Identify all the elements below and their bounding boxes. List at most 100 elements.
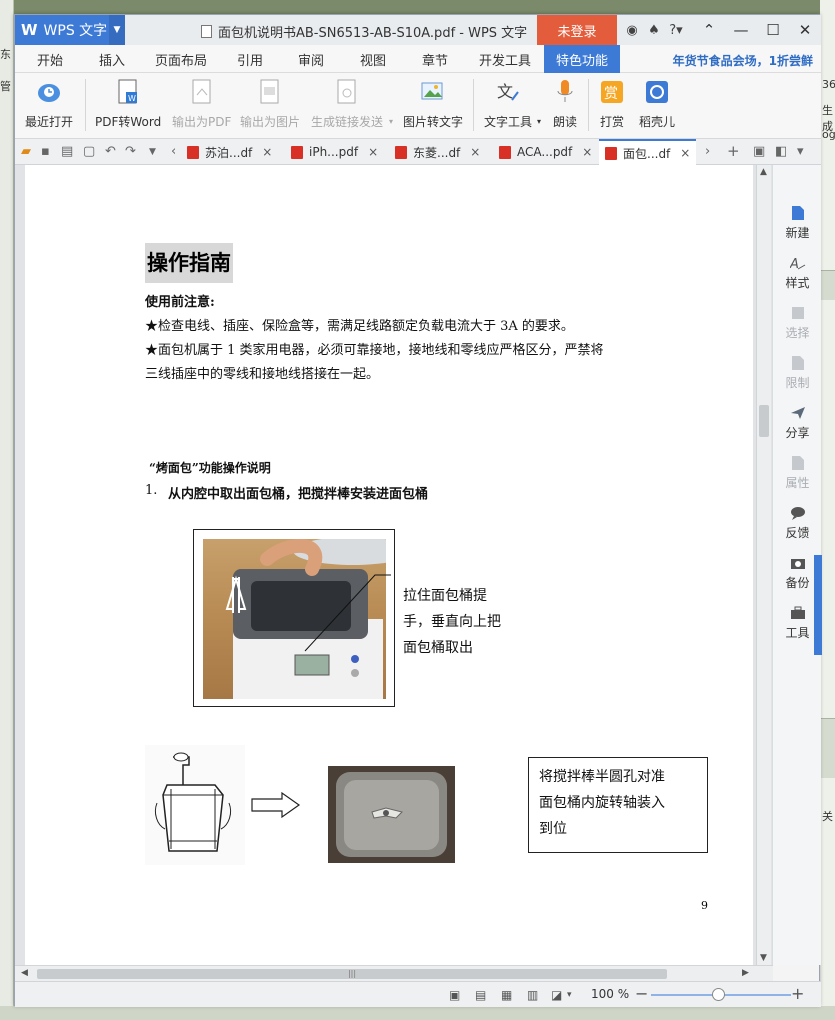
tab-close-icon[interactable]: × — [262, 145, 272, 159]
save-icon[interactable]: ▪ — [41, 144, 50, 159]
side-share-button[interactable]: 分享 — [773, 405, 822, 441]
text-tools-dropdown-icon[interactable]: ▾ — [537, 117, 541, 126]
menu-item-insert[interactable]: 插入 — [99, 45, 125, 73]
redo-icon[interactable]: ↷ — [125, 144, 136, 159]
reward-button[interactable]: 赏 打赏 — [599, 79, 625, 130]
section-title: “烤面包”功能操作说明 — [149, 461, 271, 475]
menu-item-start[interactable]: 开始 — [37, 45, 63, 73]
tab-close-icon[interactable]: × — [582, 145, 592, 159]
horizontal-scrollbar[interactable]: ◀ ||| ▶ — [15, 965, 773, 981]
login-button[interactable]: 未登录 — [537, 15, 617, 45]
export-pdf-button[interactable]: 输出为PDF — [172, 79, 231, 130]
collapse-ribbon-icon[interactable]: ⌃ — [693, 15, 725, 45]
image-to-text-button[interactable]: 图片转文字 — [403, 79, 463, 130]
undo-icon[interactable]: ↶ — [105, 144, 116, 159]
svg-text:A: A — [790, 257, 799, 271]
side-new-button[interactable]: 新建 — [773, 205, 822, 241]
scroll-down-icon[interactable]: ▼ — [760, 953, 767, 963]
multi-page-icon[interactable]: ▦ — [501, 988, 512, 1002]
open-folder-icon[interactable]: ▰ — [21, 144, 31, 159]
export-image-icon — [257, 79, 283, 105]
view-dropdown-icon[interactable]: ▾ — [567, 990, 572, 1000]
menu-item-view[interactable]: 视图 — [360, 45, 386, 73]
doc-tab[interactable]: ACA...pdf × — [499, 139, 592, 165]
zoom-slider-knob[interactable] — [712, 988, 725, 1001]
backup-icon — [790, 555, 806, 571]
side-properties-button[interactable]: 属性 — [773, 455, 822, 491]
promo-link[interactable]: 年货节食品会场，1折尝鲜 — [673, 52, 813, 69]
pdf-to-word-icon: W — [115, 79, 141, 105]
close-icon[interactable]: ✕ — [789, 15, 821, 45]
new-tab-icon[interactable]: + — [727, 142, 740, 160]
feedback-icon — [790, 505, 806, 521]
doc-tab-active[interactable]: 面包...df × — [599, 139, 697, 165]
help-icon[interactable]: ?▾ — [665, 23, 687, 38]
scroll-right-icon[interactable]: ▶ — [742, 968, 749, 978]
menu-item-review[interactable]: 审阅 — [298, 45, 324, 73]
maximize-icon[interactable]: ☐ — [757, 15, 789, 45]
doc-tab[interactable]: 苏泊...df × — [187, 139, 272, 165]
doc-tab[interactable]: 东菱...df × — [395, 139, 480, 165]
clock-cloud-icon — [36, 79, 62, 105]
menu-item-chapter[interactable]: 章节 — [422, 45, 448, 73]
menu-item-layout[interactable]: 页面布局 — [155, 45, 207, 73]
docer-button[interactable]: 稻壳儿 — [639, 79, 675, 130]
menu-item-reference[interactable]: 引用 — [237, 45, 263, 73]
export-image-button[interactable]: 输出为图片 — [240, 79, 300, 130]
arrow-right-icon — [251, 791, 301, 819]
tab-options-icon[interactable]: ◧ — [775, 144, 787, 159]
pdf-file-icon — [499, 145, 511, 159]
menu-bar: 开始 插入 页面布局 引用 审阅 视图 章节 开发工具 特色功能 年货节食品会场… — [15, 45, 821, 73]
app-menu-button[interactable]: W WPS 文字 ▼ — [15, 15, 125, 45]
scroll-left-icon[interactable]: ◀ — [21, 968, 28, 978]
restrict-icon — [790, 355, 806, 371]
status-bar: ▣ ▤ ▦ ▥ ◪ ▾ 100 % − + — [15, 981, 821, 1007]
zoom-in-icon[interactable]: + — [791, 984, 804, 1003]
toolbox-icon — [790, 605, 806, 621]
bucket-drawing — [145, 745, 245, 865]
tab-menu-icon[interactable]: ▾ — [797, 144, 804, 159]
document-canvas: 操作指南 使用前注意: ★检查电线、插座、保险盒等，需满足线路额定负载电流大于 … — [15, 165, 773, 965]
side-select-button[interactable]: 选择 — [773, 305, 822, 341]
shirt-icon[interactable]: ♠ — [643, 23, 665, 38]
print-icon[interactable]: ▤ — [61, 144, 73, 159]
zoom-out-icon[interactable]: − — [635, 984, 648, 1003]
quick-access-dropdown-icon[interactable]: ▼ — [149, 147, 156, 157]
fit-page-icon[interactable]: ▣ — [449, 988, 460, 1002]
side-style-button[interactable]: A 样式 — [773, 255, 822, 291]
tab-scroll-right-icon[interactable]: › — [705, 144, 710, 159]
scroll-up-icon[interactable]: ▲ — [760, 167, 767, 177]
share-link-dropdown-icon[interactable]: ▾ — [389, 117, 393, 126]
share-link-button[interactable]: 生成链接发送 ▾ — [311, 79, 393, 130]
tab-close-icon[interactable]: × — [368, 145, 378, 159]
page-view-icon[interactable]: ▥ — [527, 988, 538, 1002]
recent-open-button[interactable]: 最近打开 — [25, 79, 73, 130]
minimize-icon[interactable]: — — [725, 15, 757, 45]
text-tools-button[interactable]: 文 文字工具 ▾ — [484, 79, 541, 130]
single-page-icon[interactable]: ▤ — [475, 988, 486, 1002]
print-preview-icon[interactable]: ▢ — [83, 144, 95, 159]
tab-list-icon[interactable]: ▣ — [753, 144, 765, 159]
read-mode-icon[interactable]: ◪ — [551, 988, 562, 1002]
side-feedback-button[interactable]: 反馈 — [773, 505, 822, 541]
horizontal-scroll-thumb[interactable]: ||| — [37, 969, 667, 979]
menu-item-developer[interactable]: 开发工具 — [479, 45, 531, 73]
side-restrict-button[interactable]: 限制 — [773, 355, 822, 391]
doc-tab[interactable]: iPh...pdf × — [291, 139, 378, 165]
bucket-interior-photo — [328, 766, 455, 863]
tab-scroll-left-icon[interactable]: ‹ — [171, 144, 176, 159]
chevron-down-icon[interactable]: ▼ — [109, 15, 125, 45]
precaution-2a: ★面包机属于 1 类家用电器，必须可靠接地，接地线和零线应严格区分，严禁将 — [145, 343, 604, 358]
tab-close-icon[interactable]: × — [470, 145, 480, 159]
read-aloud-button[interactable]: 朗读 — [552, 79, 578, 130]
title-bar: W WPS 文字 ▼ 面包机说明书AB-SN6513-AB-S10A.pdf -… — [15, 15, 821, 45]
menu-item-features[interactable]: 特色功能 — [544, 45, 621, 73]
vertical-scroll-thumb[interactable] — [759, 405, 769, 437]
panel-collapse-handle[interactable] — [814, 555, 822, 655]
tab-close-icon[interactable]: × — [680, 146, 690, 160]
zoom-level[interactable]: 100 % — [591, 987, 629, 1001]
caption-remove-bucket: 拉住面包桶提 手，垂直向上把 面包桶取出 — [403, 588, 501, 656]
pdf-to-word-button[interactable]: W PDF转Word — [95, 79, 161, 130]
vertical-scrollbar[interactable]: ▲ ▼ — [756, 165, 771, 965]
skin-icon[interactable]: ◉ — [621, 23, 643, 38]
